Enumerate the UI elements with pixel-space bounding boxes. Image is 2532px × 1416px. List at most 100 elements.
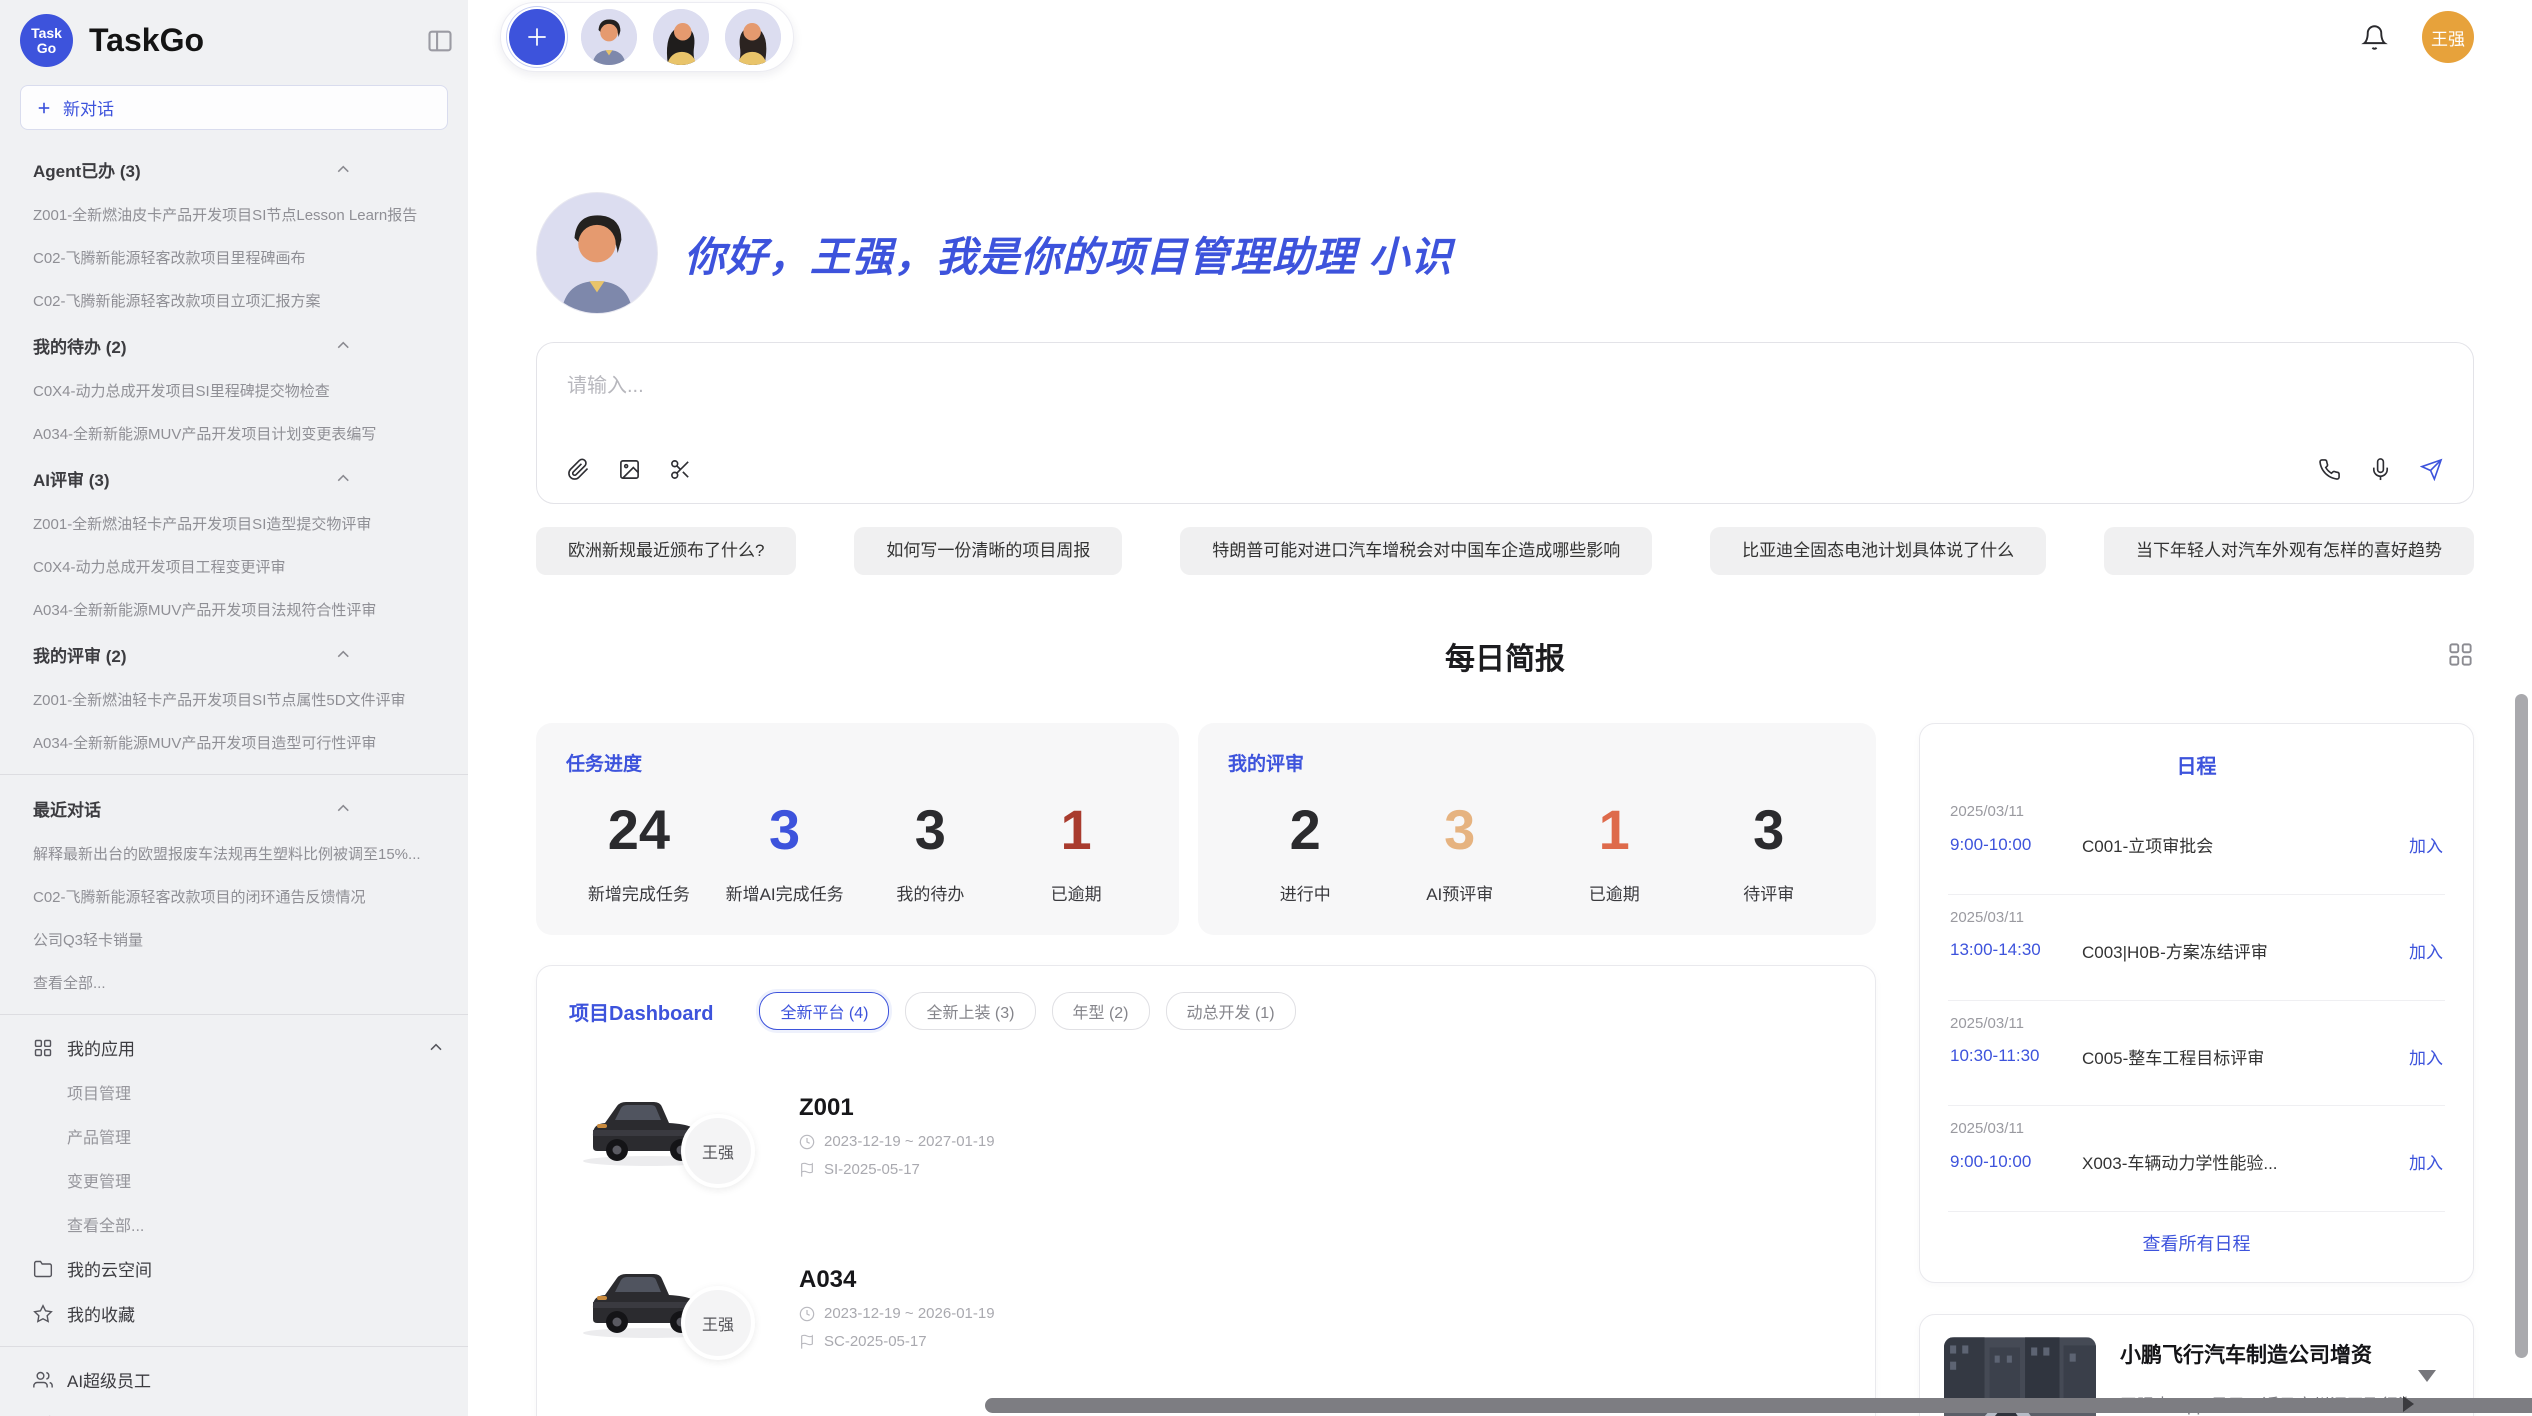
schedule-event-title: C003|H0B-方案冻结评审	[2082, 938, 2395, 963]
sidebar-app-item[interactable]: 项目管理	[0, 1070, 468, 1114]
project-image-wrap: 王强	[569, 1070, 765, 1202]
stat-value: 3	[712, 794, 858, 866]
phone-icon[interactable]	[2318, 458, 2341, 481]
schedule-row: 10:30-11:30C005-整车工程目标评审加入	[1950, 1044, 2443, 1069]
sidebar-section-header[interactable]: 我的评审 (2)	[0, 631, 468, 678]
view-all-schedule-link[interactable]: 查看所有日程	[1948, 1212, 2445, 1260]
stat-value: 3	[858, 794, 1004, 866]
team-avatar[interactable]	[581, 9, 637, 65]
sidebar-item[interactable]: C02-飞腾新能源轻客改款项目立项汇报方案	[0, 279, 468, 322]
chevron-up-icon	[426, 1038, 446, 1058]
add-agent-button[interactable]	[509, 9, 565, 65]
stats-row: 任务进度24新增完成任务3新增AI完成任务3我的待办1已逾期我的评审2进行中3A…	[536, 723, 1876, 935]
sidebar-view-all[interactable]: 查看全部...	[0, 961, 468, 1004]
sidebar-item[interactable]: 解释最新出台的欧盟报废车法规再生塑料比例被调至15%...	[0, 832, 468, 875]
chevron-up-icon	[240, 645, 447, 665]
schedule-date: 2025/03/11	[1950, 803, 2443, 820]
suggestion-chip[interactable]: 当下年轻人对汽车外观有怎样的喜好趋势	[2104, 527, 2474, 575]
schedule-event-title: X003-车辆动力学性能验...	[2082, 1149, 2395, 1174]
agent-avatar-group	[500, 2, 794, 72]
app-window: Task Go TaskGo 新对话 Agent已办 (3)Z001-全新燃油皮…	[0, 0, 2532, 1416]
sidebar-section-header[interactable]: 最近对话	[0, 785, 468, 832]
message-input[interactable]: 请输入...	[567, 369, 2443, 458]
flag-text: SI-2025-05-17	[824, 1161, 920, 1178]
sidebar-app-item[interactable]: 产品管理	[0, 1114, 468, 1158]
sidebar-item[interactable]: 公司Q3轻卡销量	[0, 918, 468, 961]
notification-bell-icon[interactable]	[2361, 24, 2388, 51]
sidebar-section-header[interactable]: 我的待办 (2)	[0, 322, 468, 369]
vertical-scrollbar[interactable]	[2515, 694, 2528, 1358]
sidebar-item[interactable]: Z001-全新燃油轻卡产品开发项目SI造型提交物评审	[0, 502, 468, 545]
image-upload-icon[interactable]	[618, 458, 641, 481]
new-chat-button[interactable]: 新对话	[20, 85, 448, 130]
suggestion-chip[interactable]: 欧洲新规最近颁布了什么?	[536, 527, 796, 575]
suggestion-chip[interactable]: 比亚迪全固态电池计划具体说了什么	[1710, 527, 2046, 575]
sidebar-item-my-apps[interactable]: 我的应用	[0, 1025, 468, 1070]
scroll-right-arrow[interactable]	[2403, 1396, 2414, 1412]
sidebar-item[interactable]: C02-飞腾新能源轻客改款项目里程碑画布	[0, 236, 468, 279]
schedule-item: 2025/03/119:00-10:00X003-车辆动力学性能验...加入	[1948, 1106, 2445, 1212]
schedule-date: 2025/03/11	[1950, 909, 2443, 926]
stat-card-title: 任务进度	[566, 749, 1149, 776]
team-avatar[interactable]	[725, 9, 781, 65]
logo-line2: Go	[37, 41, 56, 56]
sidebar-apps-view-all[interactable]: 查看全部...	[0, 1202, 468, 1246]
topbar: 王强	[468, 0, 2532, 74]
sidebar-item[interactable]: C02-飞腾新能源轻客改款项目的闭环通告反馈情况	[0, 875, 468, 918]
label: 我的云空间	[67, 1256, 446, 1281]
dashboard-tab[interactable]: 全新上装 (3)	[905, 992, 1035, 1030]
scissors-icon[interactable]	[669, 458, 692, 481]
right-column: 日程 2025/03/119:00-10:00C001-立项审批会加入2025/…	[1919, 723, 2474, 1416]
composer-toolbar	[567, 458, 2443, 481]
sidebar-item[interactable]: Z001-全新燃油轻卡产品开发项目SI节点属性5D文件评审	[0, 678, 468, 721]
schedule-time: 9:00-10:00	[1950, 1152, 2068, 1172]
dashboard-tab[interactable]: 年型 (2)	[1052, 992, 1150, 1030]
suggestion-chip[interactable]: 特朗普可能对进口汽车增税会对中国车企造成哪些影响	[1180, 527, 1652, 575]
collapse-sidebar-icon[interactable]	[426, 27, 454, 55]
owner-badge: 王强	[681, 1286, 755, 1360]
sidebar-item[interactable]: C0X4-动力总成开发项目SI里程碑提交物检查	[0, 369, 468, 412]
stat-value: 24	[566, 794, 712, 866]
project-rows: 王强 Z0012023-12-19 ~ 2027-01-19SI-2025-05-…	[569, 1070, 1843, 1416]
dashboard-tab[interactable]: 全新平台 (4)	[759, 992, 889, 1030]
app-logo: Task Go	[20, 14, 73, 67]
join-link[interactable]: 加入	[2409, 832, 2443, 857]
sidebar-item[interactable]: A034-全新新能源MUV产品开发项目法规符合性评审	[0, 588, 468, 631]
microphone-icon[interactable]	[2369, 458, 2392, 481]
sidebar-item[interactable]: A034-全新新能源MUV产品开发项目造型可行性评审	[0, 721, 468, 764]
join-link[interactable]: 加入	[2409, 938, 2443, 963]
scroll-down-arrow[interactable]	[2418, 1370, 2436, 1382]
sidebar-tool-item[interactable]: AI超级员工	[0, 1357, 468, 1402]
main-area: 王强 你好，王强，我是你的项目管理助理 小识 请输入...	[468, 0, 2532, 1416]
sidebar-item[interactable]: C0X4-动力总成开发项目工程变更评审	[0, 545, 468, 588]
team-avatar[interactable]	[653, 9, 709, 65]
sidebar-app-item[interactable]: 变更管理	[0, 1158, 468, 1202]
sidebar-section-header[interactable]: Agent已办 (3)	[0, 146, 468, 193]
sidebar-item[interactable]: A034-全新新能源MUV产品开发项目计划变更表编写	[0, 412, 468, 455]
sidebar-list: Agent已办 (3)Z001-全新燃油皮卡产品开发项目SI节点Lesson L…	[0, 142, 468, 1416]
join-link[interactable]: 加入	[2409, 1044, 2443, 1069]
project-info: Z0012023-12-19 ~ 2027-01-19SI-2025-05-17	[799, 1094, 1091, 1178]
project-name: Z001	[799, 1094, 1091, 1122]
clock-icon	[799, 1134, 815, 1150]
stat-grid: 2进行中3AI预评审1已逾期3待评审	[1228, 794, 1846, 905]
dashboard-header: 项目Dashboard 全新平台 (4)全新上装 (3)年型 (2)动总开发 (…	[569, 992, 1843, 1030]
join-link[interactable]: 加入	[2409, 1149, 2443, 1174]
sidebar-section-header[interactable]: AI评审 (3)	[0, 455, 468, 502]
attachment-icon[interactable]	[567, 458, 590, 481]
owner-badge: 王强	[681, 1114, 755, 1188]
suggestion-chip[interactable]: 如何写一份清晰的项目周报	[854, 527, 1122, 575]
send-icon[interactable]	[2420, 458, 2443, 481]
app-title: TaskGo	[89, 22, 426, 59]
news-title: 小鹏飞行汽车制造公司增资	[2120, 1339, 2449, 1369]
sidebar-item-star[interactable]: 我的收藏	[0, 1291, 468, 1336]
dashboard-tab[interactable]: 动总开发 (1)	[1166, 992, 1296, 1030]
sidebar-item-folder[interactable]: 我的云空间	[0, 1246, 468, 1291]
sidebar-item[interactable]: Z001-全新燃油皮卡产品开发项目SI节点Lesson Learn报告	[0, 193, 468, 236]
layout-grid-icon[interactable]	[2447, 641, 2474, 668]
divider	[0, 774, 468, 775]
user-avatar[interactable]: 王强	[2422, 11, 2474, 63]
sidebar-tool-item[interactable]: 帮我写作	[0, 1402, 468, 1416]
schedule-time: 10:30-11:30	[1950, 1046, 2068, 1066]
horizontal-scrollbar[interactable]	[985, 1398, 2532, 1413]
